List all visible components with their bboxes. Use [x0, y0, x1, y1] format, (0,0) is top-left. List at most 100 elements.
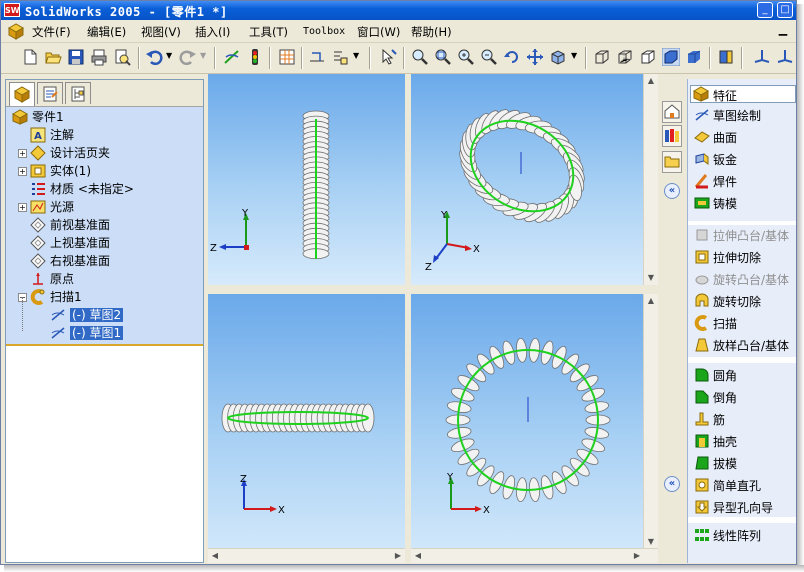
wireframe-icon[interactable]	[593, 48, 611, 66]
menu-file[interactable]: 文件(F)	[32, 24, 71, 40]
menu-insert[interactable]: 插入(I)	[195, 24, 230, 40]
zoom-to-selection-icon[interactable]	[480, 48, 498, 66]
command-mold-tools[interactable]: 铸模	[694, 195, 737, 213]
view-axes-icon[interactable]	[753, 48, 771, 66]
tab-file-explorer[interactable]	[662, 151, 682, 173]
hidden-lines-visible-icon[interactable]	[616, 48, 634, 66]
scroll-down-arrow[interactable]: ▼	[644, 535, 658, 549]
scroll-right-arrow[interactable]: ▶	[630, 549, 644, 563]
tree-item-sketch1[interactable]: (-) 草图1	[50, 324, 124, 342]
hidden-lines-removed-icon[interactable]	[639, 48, 657, 66]
menu-help[interactable]: 帮助(H)	[411, 24, 452, 40]
command-loft[interactable]: 放样凸台/基体	[694, 337, 789, 355]
command-extruded-boss[interactable]: 拉伸凸台/基体	[694, 227, 789, 245]
document-minimize-button[interactable]: ▁	[774, 23, 792, 39]
expand-lighting[interactable]: +	[18, 203, 27, 212]
command-simple-hole[interactable]: 简单直孔	[694, 477, 761, 495]
tab-property-manager[interactable]	[37, 82, 63, 104]
select-arrow-icon[interactable]	[379, 48, 397, 66]
tree-item-top-plane[interactable]: 上视基准面	[30, 234, 110, 252]
collapse-panel-arrow-icon[interactable]: «	[664, 183, 680, 199]
command-sweep[interactable]: 扫描	[694, 315, 737, 333]
pan-icon[interactable]	[526, 48, 544, 66]
viewport-right[interactable]: Y X ▲ ▼ ◀ ▶	[411, 294, 658, 563]
relations-dropdown-icon[interactable]: ▼	[353, 51, 359, 60]
command-revolved-cut[interactable]: 旋转切除	[694, 293, 761, 311]
command-shell[interactable]: 抽壳	[694, 433, 737, 451]
command-surfaces[interactable]: 曲面	[694, 129, 737, 147]
tree-item-sketch2[interactable]: (-) 草图2	[50, 306, 124, 324]
redo-icon[interactable]	[179, 48, 197, 66]
menu-tools[interactable]: 工具(T)	[249, 24, 288, 40]
menu-window[interactable]: 窗口(W)	[357, 24, 400, 40]
tab-solidworks-resources[interactable]	[662, 101, 682, 123]
command-rib[interactable]: 筋	[694, 411, 725, 429]
viewport-scrollbar-horizontal[interactable]: ◀ ▶	[411, 548, 658, 563]
zoom-to-area-icon[interactable]	[434, 48, 452, 66]
expand-solid-bodies[interactable]: +	[18, 167, 27, 176]
menu-toolbox[interactable]: Toolbox	[303, 26, 345, 37]
rebuild-traffic-light-icon[interactable]	[246, 48, 264, 66]
print-icon[interactable]	[90, 48, 108, 66]
shaded-icon[interactable]	[685, 48, 703, 66]
tree-item-solid-bodies[interactable]: 实体(1)	[30, 162, 91, 180]
command-chamfer[interactable]: 倒角	[694, 389, 737, 407]
view-orientation-icon[interactable]	[549, 48, 567, 66]
print-preview-icon[interactable]	[113, 48, 131, 66]
open-folder-icon[interactable]	[44, 48, 62, 66]
tree-root-part[interactable]: 零件1	[12, 108, 64, 126]
scroll-up-arrow[interactable]: ▲	[644, 74, 658, 88]
title-bar[interactable]: SW SolidWorks 2005 - [零件1 *] _ □	[1, 1, 796, 20]
command-weldments[interactable]: 焊件	[694, 173, 737, 191]
command-revolved-boss[interactable]: 旋转凸台/基体	[694, 271, 789, 289]
sketch-icon[interactable]	[223, 48, 241, 66]
viewport-top[interactable]: Z X ◀ ▶	[208, 294, 405, 563]
tree-item-lighting[interactable]: 光源	[30, 198, 74, 216]
collapse-panel-arrow-icon[interactable]: «	[664, 476, 680, 492]
command-extruded-cut[interactable]: 拉伸切除	[694, 249, 761, 267]
tree-item-annotations[interactable]: A 注解	[30, 126, 74, 144]
minimize-button[interactable]: _	[757, 2, 773, 18]
new-document-icon[interactable]	[21, 48, 39, 66]
viewport-front[interactable]: Y Z	[208, 74, 405, 285]
tree-item-material[interactable]: 材质 <未指定>	[30, 180, 134, 198]
scroll-down-arrow[interactable]: ▼	[644, 271, 658, 285]
scroll-left-arrow[interactable]: ◀	[208, 549, 222, 563]
coil-model[interactable]	[221, 403, 375, 433]
section-view-icon[interactable]	[717, 48, 735, 66]
solidworks-part-icon[interactable]	[7, 22, 25, 40]
scroll-up-arrow[interactable]: ▲	[644, 294, 658, 308]
view-orientation-dropdown-icon[interactable]: ▼	[571, 51, 577, 60]
tree-item-right-plane[interactable]: 右视基准面	[30, 252, 110, 270]
rotate-view-icon[interactable]	[503, 48, 521, 66]
undo-dropdown-icon[interactable]: ▼	[166, 51, 172, 60]
save-icon[interactable]	[67, 48, 85, 66]
command-sketch[interactable]: 草图绘制	[694, 107, 761, 125]
relations-icon[interactable]	[331, 48, 349, 66]
undo-icon[interactable]	[145, 48, 163, 66]
command-linear-pattern[interactable]: 线性阵列	[694, 527, 761, 545]
redo-dropdown-icon[interactable]: ▼	[200, 51, 206, 60]
view-origins-icon[interactable]	[776, 48, 794, 66]
expand-design-binder[interactable]: +	[18, 149, 27, 158]
tab-configuration-manager[interactable]	[65, 82, 91, 104]
scroll-right-arrow[interactable]: ▶	[391, 549, 405, 563]
coil-model[interactable]	[456, 106, 587, 225]
smart-dimension-icon[interactable]	[308, 48, 326, 66]
solidworks-app-icon[interactable]: SW	[4, 3, 20, 17]
tree-item-sweep[interactable]: 扫描1	[30, 288, 82, 306]
options-grid-icon[interactable]	[278, 48, 296, 66]
tab-featuremanager-tree[interactable]	[9, 82, 35, 106]
viewport-scrollbar-vertical[interactable]: ▲ ▼	[643, 294, 658, 549]
shaded-with-edges-icon[interactable]	[662, 48, 680, 66]
command-sheet-metal[interactable]: 钣金	[694, 151, 737, 169]
menu-edit[interactable]: 编辑(E)	[87, 24, 126, 40]
command-draft[interactable]: 拔模	[694, 455, 737, 473]
features-header[interactable]: 特征	[690, 85, 796, 103]
command-fillet[interactable]: 圆角	[694, 367, 737, 385]
zoom-to-fit-icon[interactable]	[411, 48, 429, 66]
viewport-isometric[interactable]: Y X Z ▲ ▼	[411, 74, 658, 285]
maximize-button[interactable]: □	[777, 2, 793, 18]
tab-design-library[interactable]	[662, 125, 682, 147]
tree-item-front-plane[interactable]: 前视基准面	[30, 216, 110, 234]
